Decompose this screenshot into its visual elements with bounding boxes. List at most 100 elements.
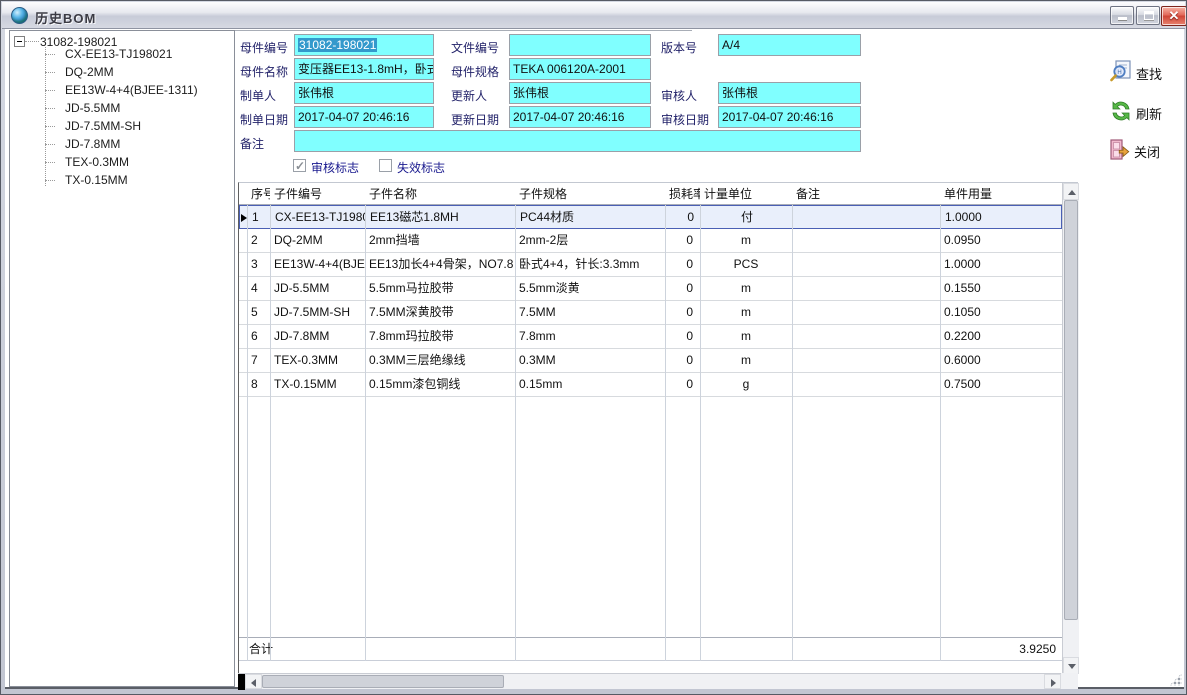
table-cell: 5 xyxy=(247,301,270,325)
table-cell: m xyxy=(700,301,792,325)
updater-field[interactable]: 张伟根 xyxy=(509,82,651,104)
tree-item[interactable]: JD-7.5MM-SH xyxy=(45,117,198,135)
horizontal-scroll-thumb[interactable] xyxy=(262,675,504,688)
review-date-field[interactable]: 2017-04-07 20:46:16 xyxy=(718,106,861,128)
table-cell: 2mm-2层 xyxy=(515,229,665,253)
tree-collapse-toggle[interactable] xyxy=(14,36,25,47)
tree-item[interactable]: CX-EE13-TJ198021 xyxy=(45,45,198,63)
invalid-flag-label: 失效标志 xyxy=(397,159,445,176)
table-cell: m xyxy=(700,325,792,349)
table-cell xyxy=(792,373,940,397)
table-cell: 0.1550 xyxy=(940,277,1062,301)
table-row[interactable]: 7TEX-0.3MM0.3MM三层绝缘线0.3MM0m0.6000 xyxy=(239,349,1062,373)
horizontal-scrollbar[interactable] xyxy=(238,673,1061,689)
column-header[interactable]: 损耗率 xyxy=(665,183,700,205)
table-cell: 7.5MM深黄胶带 xyxy=(365,301,515,325)
table-cell: 5.5mm马拉胶带 xyxy=(365,277,515,301)
table-cell: 0.3MM xyxy=(515,349,665,373)
left-arrow-icon xyxy=(251,679,256,687)
scroll-up-button[interactable] xyxy=(1063,183,1079,200)
table-cell: 5.5mm淡黄 xyxy=(515,277,665,301)
table-cell: JD-5.5MM xyxy=(270,277,365,301)
review-flag-label: 审核标志 xyxy=(311,159,359,176)
table-cell: 1.0000 xyxy=(940,253,1062,277)
table-row[interactable]: 1CX-EE13-TJ198021EE13磁芯1.8MHPC44材质0付1.00… xyxy=(239,205,1062,229)
table-row[interactable]: 3EE13W-4+4(BJEE-1311)EE13加长4+4骨架，NO7.8卧式… xyxy=(239,253,1062,277)
table-cell: 7.8mm玛拉胶带 xyxy=(365,325,515,349)
table-cell: 0.3MM三层绝缘线 xyxy=(365,349,515,373)
reviewer-field[interactable]: 张伟根 xyxy=(718,82,861,104)
table-cell xyxy=(792,277,940,301)
creator-field[interactable]: 张伟根 xyxy=(294,82,434,104)
tree-item[interactable]: JD-5.5MM xyxy=(45,99,198,117)
close-button[interactable]: ✕ xyxy=(1161,6,1187,26)
table-row[interactable]: 6JD-7.8MM7.8mm玛拉胶带7.8mm0m0.2200 xyxy=(239,325,1062,349)
table-cell: 0.2200 xyxy=(940,325,1062,349)
table-cell: 0 xyxy=(665,325,700,349)
table-cell xyxy=(792,349,940,373)
table-cell: 0 xyxy=(665,373,700,397)
remarks-field[interactable] xyxy=(294,130,861,152)
update-date-field[interactable]: 2017-04-07 20:46:16 xyxy=(509,106,651,128)
refresh-button-label: 刷新 xyxy=(1136,104,1162,123)
table-cell: EE13W-4+4(BJEE-1311) xyxy=(270,253,365,277)
create-date-field[interactable]: 2017-04-07 20:46:16 xyxy=(294,106,434,128)
scrollbar-corner xyxy=(1061,673,1078,689)
tree-item[interactable]: EE13W-4+4(BJEE-1311) xyxy=(45,81,198,99)
table-row[interactable]: 5JD-7.5MM-SH7.5MM深黄胶带7.5MM0m0.1050 xyxy=(239,301,1062,325)
column-header[interactable]: 子件规格 xyxy=(515,183,665,205)
minimize-icon xyxy=(1118,17,1127,20)
column-header[interactable]: 计量单位 xyxy=(700,183,792,205)
tree-item[interactable]: JD-7.8MM xyxy=(45,135,198,153)
parent-name-field[interactable]: 变压器EE13-1.8mH，卧式 xyxy=(294,58,434,80)
indicator-column-strip xyxy=(238,674,245,690)
maximize-button[interactable] xyxy=(1136,6,1160,25)
grid-line xyxy=(270,205,271,661)
column-header[interactable]: 序号 xyxy=(247,183,270,205)
tree-item[interactable]: TX-0.15MM xyxy=(45,171,198,189)
grid-footer-row: 合计 3.9250 xyxy=(239,637,1062,661)
minimize-button[interactable] xyxy=(1110,6,1134,25)
table-row[interactable]: 4JD-5.5MM5.5mm马拉胶带5.5mm淡黄0m0.1550 xyxy=(239,277,1062,301)
table-row[interactable]: 2DQ-2MM2mm挡墙2mm-2层0m0.0950 xyxy=(239,229,1062,253)
label-parent-spec: 母件规格 xyxy=(451,63,499,80)
scroll-left-button[interactable] xyxy=(245,674,262,689)
label-reviewer: 审核人 xyxy=(661,87,697,104)
column-header[interactable]: 子件名称 xyxy=(365,183,515,205)
table-cell: m xyxy=(700,277,792,301)
invalid-flag-checkbox[interactable] xyxy=(379,159,392,172)
vertical-scrollbar[interactable] xyxy=(1062,183,1079,674)
grid-line xyxy=(940,205,941,661)
table-cell: 1 xyxy=(248,206,271,230)
grid-body: 序号子件编号子件名称子件规格损耗率计量单位备注单件用量 1CX-EE13-TJ1… xyxy=(239,183,1062,674)
column-header[interactable]: 子件编号 xyxy=(270,183,365,205)
up-arrow-icon xyxy=(1068,190,1076,195)
parent-spec-field[interactable]: TEKA 006120A-2001 xyxy=(509,58,651,80)
review-flag-checkbox[interactable]: ✓ xyxy=(293,159,306,172)
table-cell: EE13磁芯1.8MH xyxy=(366,206,516,230)
table-cell: 0 xyxy=(665,253,700,277)
scroll-right-button[interactable] xyxy=(1044,674,1061,689)
tree-item[interactable]: TEX-0.3MM xyxy=(45,153,198,171)
titlebar[interactable]: 历史BOM ✕ xyxy=(2,2,1185,29)
table-cell: 7 xyxy=(247,349,270,373)
vertical-scroll-thumb[interactable] xyxy=(1064,200,1078,620)
find-button-label: 查找 xyxy=(1136,64,1162,83)
column-header[interactable]: 备注 xyxy=(792,183,940,205)
scroll-down-button[interactable] xyxy=(1063,657,1079,674)
version-field[interactable]: A/4 xyxy=(718,34,861,56)
tree-item[interactable]: DQ-2MM xyxy=(45,63,198,81)
search-icon: H xyxy=(1109,59,1133,83)
table-cell xyxy=(793,206,941,230)
refresh-button[interactable]: 刷新 xyxy=(1109,99,1187,125)
table-row[interactable]: 8TX-0.15MM0.15mm漆包铜线0.15mm0g0.7500 xyxy=(239,373,1062,397)
parent-number-field[interactable]: 31082-198021 xyxy=(294,34,434,56)
find-button[interactable]: H 查找 xyxy=(1109,59,1187,85)
table-cell: 3 xyxy=(247,253,270,277)
tree-children: CX-EE13-TJ198021DQ-2MMEE13W-4+4(BJEE-131… xyxy=(45,45,198,189)
table-cell: 0 xyxy=(665,301,700,325)
exit-button[interactable]: 关闭 xyxy=(1107,137,1187,163)
file-number-field[interactable] xyxy=(509,34,651,56)
table-cell: 4 xyxy=(247,277,270,301)
column-header[interactable]: 单件用量 xyxy=(940,183,1062,205)
